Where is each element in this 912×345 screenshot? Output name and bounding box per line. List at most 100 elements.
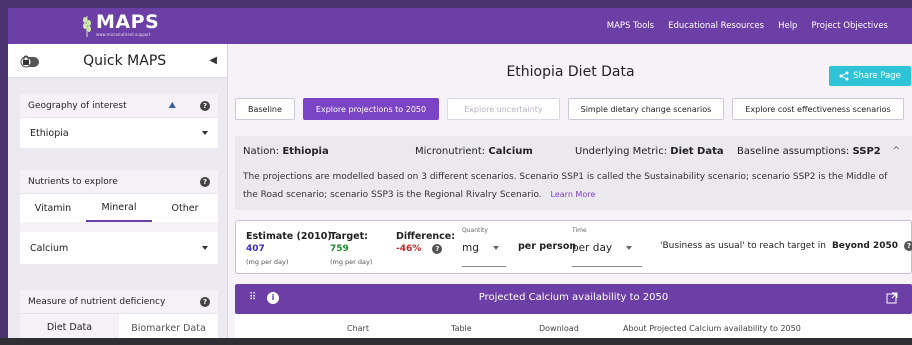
window-bottom-edge: [0, 338, 912, 345]
estimate-value: 407: [246, 244, 265, 254]
nation-label: Nation:: [243, 146, 280, 157]
chart-tabs: Chart Table Download About Projected Cal…: [347, 324, 801, 333]
logo-text: MAPS: [96, 11, 160, 33]
app-window: MAPS www.micronutrient.support MAPS Tool…: [8, 8, 912, 345]
time-label: Time: [572, 227, 587, 234]
chevron-down-icon: [202, 131, 208, 135]
assumptions-field: Baseline assumptions: SSP2: [737, 146, 881, 157]
nutrient-value: Calcium: [30, 242, 69, 254]
tab-other[interactable]: Other: [152, 194, 218, 222]
help-icon[interactable]: ?: [200, 176, 210, 187]
geography-panel: Geography of interest ⛰ ? Ethiopia: [20, 94, 218, 148]
deficiency-header: Measure of nutrient deficiency ?: [20, 290, 218, 314]
nav-help[interactable]: Help: [778, 21, 797, 31]
nation-field: Nation: Ethiopia: [243, 146, 415, 157]
metric-field: Underlying Metric: Diet Data: [575, 146, 737, 157]
learn-more-link[interactable]: Learn More: [551, 190, 596, 199]
tab-vitamin[interactable]: Vitamin: [20, 194, 86, 222]
nutrients-label: Nutrients to explore: [28, 176, 118, 187]
chevron-up-icon[interactable]: ^: [892, 146, 900, 156]
main-content: Ethiopia Diet Data Share Page Baseline E…: [229, 44, 912, 345]
tab-about[interactable]: About Projected Calcium availability to …: [623, 324, 801, 333]
map-icon[interactable]: ⛰: [168, 101, 176, 111]
help-icon[interactable]: ?: [903, 241, 912, 251]
metric-label: Underlying Metric:: [575, 146, 668, 157]
geography-select[interactable]: Ethiopia: [20, 118, 218, 148]
help-icon[interactable]: ?: [432, 244, 443, 254]
toggle-icon[interactable]: [20, 54, 40, 68]
difference-label: Difference:: [396, 231, 456, 242]
scenario-description: The projections are modelled based on 3 …: [243, 169, 903, 204]
nutrient-type-tabs: Vitamin Mineral Other: [20, 194, 218, 222]
estimate-panel: Estimate (2010): 407 (mg per day) Target…: [235, 220, 912, 274]
target-unit: (mg per day): [330, 258, 373, 266]
bau-value: Beyond 2050: [831, 241, 898, 251]
maps-logo[interactable]: MAPS www.micronutrient.support: [82, 12, 159, 40]
bau-block: 'Business as usual' to reach target in B…: [660, 241, 912, 251]
micronutrient-label: Micronutrient:: [415, 146, 486, 157]
difference-block: Difference: -46% ?: [396, 231, 455, 254]
help-icon[interactable]: ?: [200, 100, 210, 111]
top-nav-links: MAPS Tools Educational Resources Help Pr…: [607, 8, 888, 44]
tab-explore-uncertainty[interactable]: Explore uncertainty: [447, 98, 560, 120]
nav-educational-resources[interactable]: Educational Resources: [668, 21, 764, 31]
micronutrient-value: Calcium: [488, 146, 533, 157]
deficiency-label: Measure of nutrient deficiency: [28, 296, 166, 307]
top-navbar: MAPS www.micronutrient.support MAPS Tool…: [8, 8, 912, 44]
expand-icon[interactable]: [886, 292, 898, 304]
share-label: Share Page: [853, 71, 901, 81]
target-label: Target:: [330, 231, 368, 242]
nutrient-select[interactable]: Calcium: [20, 232, 218, 264]
view-tabs: Baseline Explore projections to 2050 Exp…: [235, 98, 904, 120]
scenario-info-panel: Nation: Ethiopia Micronutrient: Calcium …: [235, 136, 912, 210]
tab-cost-effectiveness[interactable]: Explore cost effectiveness scenarios: [732, 98, 904, 120]
tab-baseline[interactable]: Baseline: [235, 98, 295, 120]
per-person-text: per person: [518, 241, 577, 252]
share-icon: [839, 71, 849, 81]
share-page-button[interactable]: Share Page: [829, 66, 911, 86]
sidebar: Quick MAPS ◀ Geography of interest ⛰ ? E…: [8, 44, 228, 345]
quantity-label: Quantity: [462, 227, 488, 234]
quantity-select[interactable]: Quantity mg: [462, 227, 506, 267]
difference-value: -46%: [396, 244, 422, 254]
nutrients-panel: Nutrients to explore ? Vitamin Mineral O…: [20, 170, 218, 264]
target-value: 759: [330, 244, 349, 254]
estimate-label: Estimate (2010):: [246, 231, 336, 242]
bau-text: 'Business as usual' to reach target in: [660, 241, 826, 251]
wheat-icon: [83, 16, 91, 37]
tab-chart[interactable]: Chart: [347, 324, 451, 333]
assumptions-label: Baseline assumptions:: [737, 146, 850, 157]
logo-url: www.micronutrient.support: [96, 32, 151, 37]
scenario-summary: Nation: Ethiopia Micronutrient: Calcium …: [243, 146, 903, 157]
tab-mineral[interactable]: Mineral: [86, 194, 152, 222]
time-select[interactable]: Time per day: [572, 227, 642, 267]
tab-dietary-change[interactable]: Simple dietary change scenarios: [567, 98, 725, 120]
geography-label: Geography of interest: [28, 100, 127, 111]
chart-title: Projected Calcium availability to 2050: [478, 292, 669, 303]
tab-explore-projections[interactable]: Explore projections to 2050: [302, 98, 440, 120]
nation-value: Ethiopia: [282, 146, 329, 157]
chevron-down-icon: [492, 246, 499, 250]
geography-value: Ethiopia: [30, 127, 69, 139]
tab-download[interactable]: Download: [539, 324, 623, 333]
time-value: per day: [572, 242, 613, 254]
target-block: Target: 759 (mg per day): [330, 231, 372, 266]
spacer: [20, 222, 218, 232]
deficiency-panel: Measure of nutrient deficiency ? Diet Da…: [20, 290, 218, 342]
chevron-down-icon: [626, 246, 633, 250]
metric-value: Diet Data: [670, 146, 724, 157]
micronutrient-field: Micronutrient: Calcium: [415, 146, 575, 157]
page-title: Ethiopia Diet Data: [506, 64, 635, 80]
sidebar-header: Quick MAPS ◀: [8, 44, 227, 78]
estimate-unit: (mg per day): [246, 258, 289, 266]
assumptions-value: SSP2: [852, 146, 881, 157]
collapse-left-icon[interactable]: ◀: [209, 55, 217, 66]
nav-project-objectives[interactable]: Project Objectives: [811, 21, 888, 31]
tab-table[interactable]: Table: [451, 324, 539, 333]
chart-panel-header: ⠿ i Projected Calcium availability to 20…: [235, 284, 912, 314]
help-icon[interactable]: ?: [200, 296, 210, 307]
chevron-down-icon: [202, 246, 208, 250]
sidebar-title: Quick MAPS: [83, 52, 167, 69]
nav-maps-tools[interactable]: MAPS Tools: [607, 21, 654, 31]
geography-header: Geography of interest ⛰ ?: [20, 94, 218, 118]
